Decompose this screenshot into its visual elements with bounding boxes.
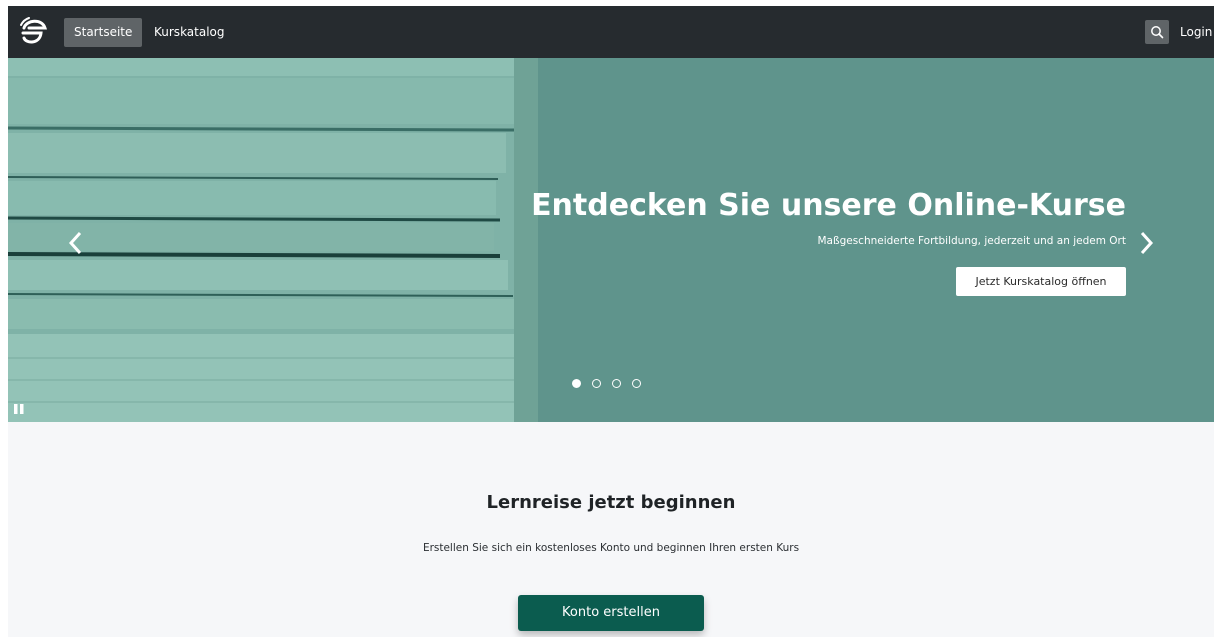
create-account-button[interactable]: Konto erstellen xyxy=(518,595,704,631)
carousel-dot-4[interactable] xyxy=(632,379,641,388)
carousel-indicators xyxy=(572,373,652,388)
section-title: Lernreise jetzt beginnen xyxy=(486,492,736,513)
nav-item-kurskatalog[interactable]: Kurskatalog xyxy=(144,18,235,47)
hero-title: Entdecken Sie unsere Online-Kurse xyxy=(531,188,1126,223)
carousel-dot-2[interactable] xyxy=(592,379,601,388)
site-logo[interactable] xyxy=(18,16,50,48)
page: Startseite Kurskatalog Login Entdecken S… xyxy=(8,6,1214,637)
carousel-dot-1[interactable] xyxy=(572,379,581,388)
section-description: Erstellen Sie sich ein kostenloses Konto… xyxy=(422,542,800,554)
carousel-dot-3[interactable] xyxy=(612,379,621,388)
pause-icon[interactable] xyxy=(14,404,24,414)
carousel-next-icon[interactable] xyxy=(1136,230,1156,256)
search-icon xyxy=(1151,26,1164,39)
login-link[interactable]: Login xyxy=(1180,18,1212,47)
nav-item-startseite[interactable]: Startseite xyxy=(64,18,143,47)
hero-subtitle: Maßgeschneiderte Fortbildung, jederzeit … xyxy=(817,235,1126,247)
carousel-prev-icon[interactable] xyxy=(66,230,86,256)
open-catalog-button[interactable]: Jetzt Kurskatalog öffnen xyxy=(956,267,1126,296)
search-button[interactable] xyxy=(1145,20,1169,44)
top-navbar: Startseite Kurskatalog Login xyxy=(8,6,1214,58)
hero-carousel: Entdecken Sie unsere Online-Kurse Maßges… xyxy=(8,58,1214,422)
